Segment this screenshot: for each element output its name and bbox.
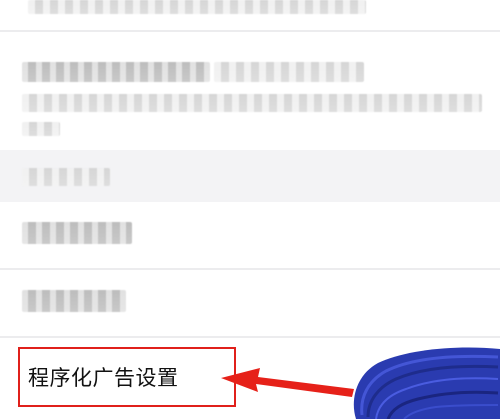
divider <box>0 336 500 338</box>
settings-item[interactable] <box>0 202 500 268</box>
blurred-line <box>22 94 482 112</box>
description-list-item[interactable] <box>0 32 500 150</box>
settings-item[interactable] <box>0 270 500 336</box>
arrow-shape <box>221 368 354 397</box>
top-list-item[interactable] <box>0 0 500 22</box>
blurred-section-title <box>22 168 110 186</box>
blurred-line <box>22 122 60 136</box>
programmatic-ad-settings-item[interactable]: 程序化广告设置 <box>18 347 236 407</box>
hand-pointer-icon <box>348 345 500 419</box>
blurred-title-extra <box>214 62 364 82</box>
blurred-title <box>22 62 210 82</box>
section-header <box>0 150 500 202</box>
blurred-item-label <box>22 222 132 244</box>
blurred-text <box>28 0 366 14</box>
blurred-item-label <box>22 290 126 312</box>
programmatic-ad-settings-label: 程序化广告设置 <box>28 366 179 390</box>
